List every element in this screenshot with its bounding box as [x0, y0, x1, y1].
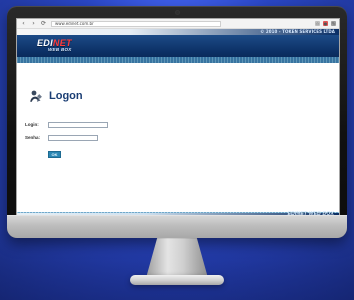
senha-label: Senha:	[25, 135, 41, 140]
monitor-base	[130, 275, 224, 285]
login-input[interactable]	[48, 122, 108, 128]
senha-input[interactable]	[48, 135, 98, 141]
tools-icon[interactable]: ✎	[331, 21, 336, 26]
address-bar[interactable]: www.edinet.com.br	[51, 20, 221, 27]
browser-toolbar: ‹ › ⟳ www.edinet.com.br ☆ ● ✎	[17, 19, 339, 29]
logo-subtitle: WEB BOX	[48, 47, 72, 52]
logon-form: Login: Senha: OK	[25, 122, 165, 183]
extension-icon[interactable]: ●	[323, 21, 328, 26]
back-icon[interactable]: ‹	[20, 20, 27, 27]
camera-dot	[176, 11, 179, 14]
edinet-logo: EDINET WEB BOX	[37, 39, 81, 57]
header-stripes	[17, 57, 339, 63]
screen: ‹ › ⟳ www.edinet.com.br ☆ ● ✎ © 2010 - T…	[16, 18, 340, 224]
toolbar-right-icons: ☆ ● ✎	[315, 21, 336, 26]
login-label: Login:	[25, 122, 39, 127]
forward-icon[interactable]: ›	[30, 20, 37, 27]
logon-header: Logon	[29, 89, 83, 103]
page-title: Logon	[49, 89, 83, 102]
submit-button[interactable]: OK	[48, 151, 61, 158]
bookmark-icon[interactable]: ☆	[315, 21, 320, 26]
apple-logo-icon	[171, 220, 183, 232]
reload-icon[interactable]: ⟳	[40, 20, 47, 27]
address-text: www.edinet.com.br	[55, 21, 94, 26]
logon-user-icon	[29, 89, 43, 103]
copyright-text: © 2010 - TOKEN SERVICES LTDA	[260, 29, 335, 34]
